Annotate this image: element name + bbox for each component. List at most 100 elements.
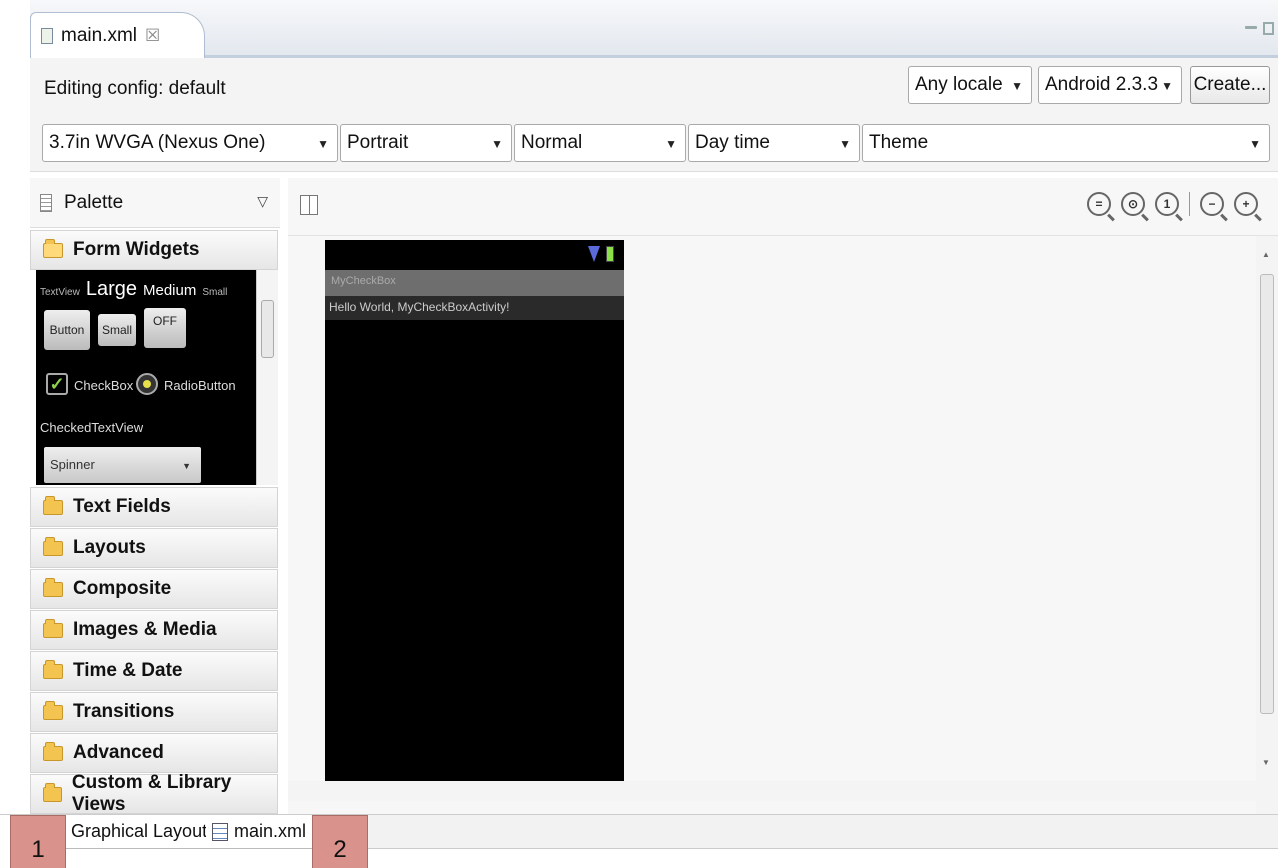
- status-bar: [325, 240, 624, 270]
- widget-medium-text[interactable]: Medium: [143, 282, 196, 299]
- device-dropdown[interactable]: 3.7in WVGA (Nexus One) ▼: [42, 124, 338, 162]
- editor-tab-strip: main.xml ☒: [30, 0, 1278, 58]
- chevron-down-icon: ▼: [1011, 79, 1023, 93]
- zoom-100-icon[interactable]: 1: [1155, 192, 1179, 216]
- canvas-vertical-scrollbar[interactable]: ▲ ▼: [1256, 236, 1278, 814]
- category-label: Custom & Library Views: [71, 772, 232, 815]
- chevron-down-icon: ▼: [839, 137, 851, 151]
- category-label: Form Widgets: [73, 239, 200, 260]
- toggle-palette-icon[interactable]: [300, 195, 318, 215]
- orientation-dropdown[interactable]: Portrait ▼: [340, 124, 512, 162]
- widget-button[interactable]: Button: [44, 310, 90, 350]
- chevron-down-icon: ▼: [1249, 137, 1261, 151]
- config-row: Editing config: default Any locale ▼ And…: [30, 58, 1278, 118]
- textview-samples: TextView Large Medium Small: [40, 278, 227, 301]
- palette-header: Palette ▽: [30, 178, 280, 228]
- target-value: Android 2.3.3: [1045, 74, 1159, 95]
- view-menu-icon[interactable]: ▽: [257, 193, 268, 210]
- tab-xml-source[interactable]: main.xml: [206, 815, 314, 849]
- xml-file-icon: [41, 27, 53, 44]
- theme-value: Theme: [869, 132, 929, 153]
- folder-icon: [43, 618, 63, 638]
- hello-textview[interactable]: Hello World, MyCheckBoxActivity!: [325, 296, 624, 320]
- device-screen-preview[interactable]: MyCheckBox Hello World, MyCheckBoxActivi…: [325, 240, 624, 781]
- battery-icon: [606, 246, 614, 262]
- category-label: Transitions: [73, 701, 175, 722]
- app-title-bar: MyCheckBox: [325, 270, 624, 296]
- widget-spinner[interactable]: Spinner ▼: [44, 447, 201, 483]
- editing-config-label: Editing config: default: [44, 78, 226, 99]
- widget-small-button[interactable]: Small: [98, 314, 136, 346]
- widget-toggle-button[interactable]: OFF: [144, 308, 186, 348]
- zoom-fit-icon[interactable]: ⊙: [1121, 192, 1145, 216]
- night-mode-value: Day time: [695, 132, 770, 153]
- bottom-tab-bar: Graphical Layout main.xml 1 2: [0, 814, 1278, 868]
- chevron-down-icon: ▼: [665, 137, 677, 151]
- folder-icon: [43, 495, 63, 515]
- minimize-icon[interactable]: [1245, 26, 1257, 29]
- tab-xml-source-label: main.xml: [234, 821, 307, 841]
- maximize-icon[interactable]: [1263, 22, 1274, 35]
- category-form-widgets[interactable]: Form Widgets: [30, 230, 278, 270]
- tab-graphical-layout[interactable]: Graphical Layout: [64, 815, 215, 849]
- open-folder-icon: [43, 238, 63, 258]
- xml-source-icon: [212, 822, 228, 841]
- spinner-label: Spinner: [50, 457, 95, 472]
- night-mode-dropdown[interactable]: Day time ▼: [688, 124, 860, 162]
- folder-icon: [43, 659, 63, 679]
- palette-title: Palette: [64, 191, 124, 213]
- category-custom-library-views[interactable]: Custom & Library Views: [30, 772, 278, 815]
- chevron-down-icon: ▼: [1161, 79, 1173, 93]
- widget-checkbox[interactable]: CheckBox: [74, 378, 133, 393]
- close-icon[interactable]: ☒: [145, 26, 160, 46]
- folder-icon: [43, 782, 62, 802]
- callout-marker-1: 1: [10, 815, 66, 868]
- category-composite[interactable]: Composite: [30, 569, 278, 609]
- widget-radio-button[interactable]: RadioButton: [164, 378, 236, 393]
- folder-icon: [43, 700, 63, 720]
- folder-icon: [43, 577, 63, 597]
- category-advanced[interactable]: Advanced: [30, 733, 278, 773]
- dock-value: Normal: [521, 132, 583, 153]
- dock-dropdown[interactable]: Normal ▼: [514, 124, 686, 162]
- widget-large-text[interactable]: Large: [86, 278, 137, 301]
- theme-dropdown[interactable]: Theme ▼: [862, 124, 1270, 162]
- zoom-in-icon[interactable]: +: [1234, 192, 1258, 216]
- radio-button-icon[interactable]: [136, 373, 158, 395]
- palette-scrollbar[interactable]: [256, 270, 278, 485]
- widget-small-text[interactable]: Small: [202, 287, 227, 298]
- tab-graphical-layout-label: Graphical Layout: [71, 821, 208, 841]
- window-controls: [1245, 22, 1274, 35]
- checkbox-icon[interactable]: ✓: [46, 373, 68, 395]
- zoom-out-icon[interactable]: −: [1200, 192, 1224, 216]
- locale-value: Any locale: [915, 74, 1003, 95]
- scrollbar-thumb[interactable]: [261, 300, 274, 358]
- locale-dropdown[interactable]: Any locale ▼: [908, 66, 1032, 104]
- category-label: Layouts: [73, 537, 146, 558]
- scrollbar-thumb[interactable]: [1260, 274, 1274, 714]
- folder-icon: [43, 536, 63, 556]
- category-label: Text Fields: [73, 496, 171, 517]
- layout-canvas[interactable]: MyCheckBox Hello World, MyCheckBoxActivi…: [288, 236, 1278, 814]
- scroll-down-icon[interactable]: ▼: [1262, 758, 1270, 767]
- category-time-date[interactable]: Time & Date: [30, 651, 278, 691]
- category-text-fields[interactable]: Text Fields: [30, 487, 278, 527]
- device-value: 3.7in WVGA (Nexus One): [49, 132, 266, 153]
- widget-checked-textview[interactable]: CheckedTextView: [40, 420, 143, 435]
- zoom-real-size-icon[interactable]: =: [1087, 192, 1111, 216]
- palette-icon: [40, 193, 52, 212]
- form-widgets-preview: TextView Large Medium Small Button Small…: [36, 270, 256, 485]
- category-label: Time & Date: [73, 660, 183, 681]
- folder-icon: [43, 741, 63, 761]
- toolbar-divider: [1189, 192, 1190, 216]
- canvas-horizontal-scrollbar[interactable]: [288, 781, 1256, 801]
- widget-textview[interactable]: TextView: [40, 287, 80, 298]
- scroll-up-icon[interactable]: ▲: [1262, 250, 1270, 259]
- category-transitions[interactable]: Transitions: [30, 692, 278, 732]
- create-button[interactable]: Create...: [1190, 66, 1270, 104]
- category-layouts[interactable]: Layouts: [30, 528, 278, 568]
- tab-main-xml[interactable]: main.xml ☒: [30, 12, 205, 58]
- category-images-media[interactable]: Images & Media: [30, 610, 278, 650]
- category-label: Images & Media: [73, 619, 217, 640]
- target-dropdown[interactable]: Android 2.3.3 ▼: [1038, 66, 1182, 104]
